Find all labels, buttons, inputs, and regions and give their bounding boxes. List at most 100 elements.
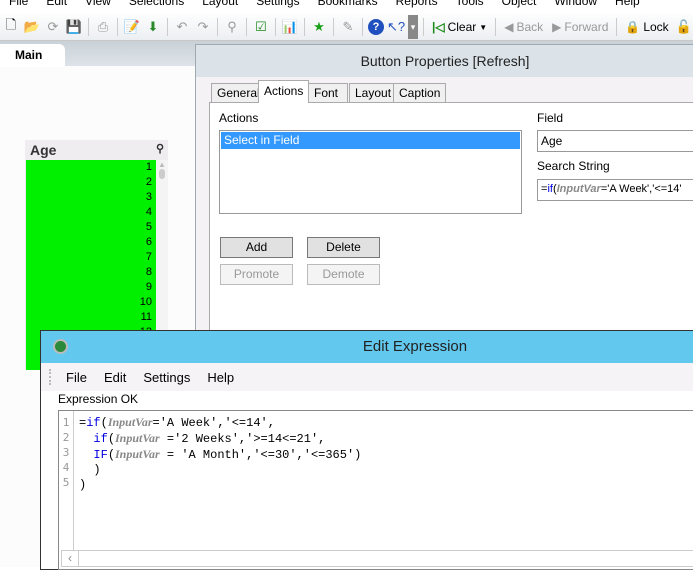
field-input[interactable]: Age [537, 130, 693, 152]
context-help-icon[interactable]: ↖? [387, 18, 405, 36]
menu-bar: File Edit View Selections Layout Settings Book… [0, 0, 693, 10]
menu-help[interactable]: Help [606, 0, 649, 10]
window-title-bar: Edit Expression [41, 331, 693, 363]
menu-tools[interactable]: Tools [447, 0, 493, 10]
menu-object[interactable]: Object [493, 0, 546, 10]
actions-list[interactable]: Select in Field [219, 130, 522, 214]
search-icon[interactable]: ⚲ [156, 142, 164, 155]
list-item[interactable]: 1 [26, 160, 156, 175]
expression-editor[interactable]: 1 2 3 4 5 =if(InputVar='A Week','<=14', if(I… [58, 410, 693, 570]
toolbar: 🗋 📂 ⟳ 💾 ⎙ 📝 ⬇ ↶ ↷ ⚲ ☑ 📊 ★ ✎ ? ↖? ▾ |◁ Cle… [0, 14, 693, 41]
search-icon[interactable]: ⚲ [223, 18, 241, 36]
edit-icon[interactable]: ✎ [339, 18, 357, 36]
grip-handle [49, 369, 51, 385]
expression-code[interactable]: =if(InputVar='A Week','<=14', if(InputVa… [79, 415, 361, 493]
listbox-header: Age ⚲ [25, 140, 168, 160]
line-number: 5 [62, 476, 70, 489]
menu-reports[interactable]: Reports [387, 0, 447, 10]
clear-button[interactable]: |◁ Clear ▼ [429, 20, 490, 34]
divider [246, 18, 247, 36]
chevron-down-icon: ▼ [479, 22, 488, 32]
menu-layout[interactable]: Layout [193, 0, 247, 10]
menu-help[interactable]: Help [207, 370, 243, 385]
tab-layout[interactable]: Layout [349, 83, 398, 102]
divider [275, 18, 276, 36]
add-button[interactable]: Add [220, 237, 293, 258]
expression-status: Expression OK [58, 392, 139, 406]
lock-button[interactable]: 🔒 Lock [622, 20, 671, 34]
list-item[interactable]: 4 [26, 205, 156, 220]
promote-button[interactable]: Promote [220, 264, 293, 285]
list-item[interactable]: 6 [26, 235, 156, 250]
tab-main[interactable]: Main [0, 44, 65, 67]
undo-icon[interactable]: ↶ [173, 18, 191, 36]
horizontal-scrollbar[interactable]: ‹ [61, 550, 693, 567]
edit-script-icon[interactable]: 📝 [123, 18, 141, 36]
tab-caption[interactable]: Caption [393, 83, 447, 102]
lock-icon: 🔒 [625, 20, 641, 34]
reload-data-icon[interactable]: ⬇ [144, 18, 162, 36]
divider [167, 18, 168, 36]
menu-view[interactable]: View [76, 0, 120, 10]
forward-button[interactable]: ▶ Forward [549, 20, 611, 34]
search-string-label: Search String [537, 159, 610, 173]
actions-label: Actions [219, 111, 259, 125]
line-number: 3 [62, 446, 70, 459]
menu-window[interactable]: Window [545, 0, 606, 10]
unlock-icon[interactable]: 🔓 [675, 18, 693, 36]
divider [616, 18, 618, 36]
checkbox-icon[interactable]: ☑ [252, 18, 270, 36]
help-icon[interactable]: ? [368, 19, 384, 35]
list-item[interactable]: 5 [26, 220, 156, 235]
menu-file[interactable]: File [0, 0, 37, 10]
tab-actions[interactable]: Actions [258, 80, 310, 103]
new-icon[interactable]: 🗋 [2, 17, 20, 36]
list-item[interactable]: 8 [26, 265, 156, 280]
divider [333, 18, 334, 36]
list-item[interactable]: 3 [26, 190, 156, 205]
clear-icon: |◁ [432, 20, 445, 34]
list-item[interactable]: 7 [26, 250, 156, 265]
window-title: Edit Expression [362, 338, 468, 355]
list-item[interactable]: Select in Field [221, 132, 520, 149]
divider [88, 18, 89, 36]
scroll-left-icon[interactable]: ‹ [62, 551, 79, 566]
line-number: 4 [62, 461, 70, 474]
divider [495, 18, 497, 36]
divider [304, 18, 305, 36]
forward-icon: ▶ [552, 20, 562, 34]
field-label: Field [537, 111, 564, 125]
menu-selections[interactable]: Selections [120, 0, 193, 10]
menu-edit[interactable]: Edit [104, 370, 135, 385]
list-item[interactable]: 10 [26, 295, 156, 310]
chart-icon[interactable]: 📊 [281, 18, 299, 36]
delete-button[interactable]: Delete [307, 237, 380, 258]
tab-font[interactable]: Font [308, 83, 348, 102]
open-folder-icon[interactable]: 📂 [23, 18, 41, 36]
list-item[interactable]: 11 [26, 310, 156, 325]
search-string-input[interactable]: =if(InputVar='A Week','<=14' [537, 179, 693, 201]
back-icon: ◀ [504, 20, 514, 34]
back-button[interactable]: ◀ Back [501, 20, 546, 34]
menu-settings[interactable]: Settings [143, 370, 199, 385]
redo-icon[interactable]: ↷ [194, 18, 212, 36]
list-item[interactable]: 2 [26, 175, 156, 190]
toolbar-overflow-icon[interactable]: ▾ [408, 15, 418, 39]
line-number: 1 [62, 416, 70, 429]
line-number: 2 [62, 431, 70, 444]
menu-settings[interactable]: Settings [247, 0, 308, 10]
reload-icon[interactable]: ⟳ [44, 18, 62, 36]
list-item[interactable]: 9 [26, 280, 156, 295]
print-icon[interactable]: ⎙ [94, 18, 112, 36]
menu-file[interactable]: File [66, 370, 96, 385]
divider [423, 18, 424, 36]
divider [217, 18, 218, 36]
menu-bookmarks[interactable]: Bookmarks [309, 0, 387, 10]
divider [362, 18, 363, 36]
menu-edit[interactable]: Edit [37, 0, 76, 10]
line-numbers: 1 2 3 4 5 [59, 411, 74, 550]
save-icon[interactable]: 💾 [65, 18, 83, 36]
expression-menu-bar: File Edit Settings Help [41, 363, 693, 391]
demote-button[interactable]: Demote [307, 264, 380, 285]
star-icon[interactable]: ★ [310, 18, 328, 36]
